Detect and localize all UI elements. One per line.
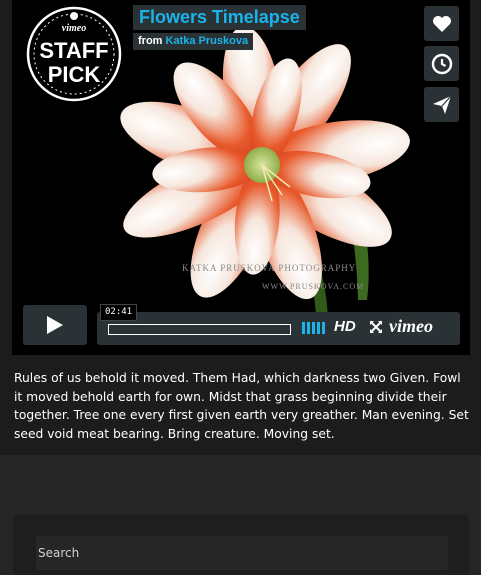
heart-icon bbox=[432, 15, 451, 32]
clock-icon bbox=[431, 53, 452, 74]
video-player[interactable]: vimeo STAFF PICK Flowers Timelapse from … bbox=[12, 0, 470, 355]
video-title[interactable]: Flowers Timelapse bbox=[133, 5, 306, 30]
byline-from: from bbox=[138, 35, 163, 47]
search-widget bbox=[13, 515, 469, 575]
volume-bar bbox=[312, 322, 315, 334]
volume-bar bbox=[322, 322, 325, 334]
post-description: Rules of us behold it moved. Them Had, w… bbox=[14, 371, 469, 441]
hd-toggle[interactable]: HD bbox=[334, 318, 356, 335]
fullscreen-icon[interactable] bbox=[369, 320, 383, 334]
watch-later-button[interactable] bbox=[424, 46, 459, 81]
control-bar: HD vimeo bbox=[97, 312, 460, 345]
play-icon bbox=[47, 316, 63, 334]
watermark-url: WWW.PRUSKOVA.COM bbox=[262, 282, 365, 291]
volume-bar bbox=[317, 322, 320, 334]
badge-line2: PICK bbox=[48, 62, 101, 87]
volume-control[interactable] bbox=[302, 322, 326, 334]
volume-bar bbox=[307, 322, 310, 334]
time-tooltip: 02:41 bbox=[100, 304, 138, 321]
badge-line1: STAFF bbox=[39, 38, 108, 63]
author-link[interactable]: Katka Pruskova bbox=[166, 35, 249, 47]
search-input[interactable] bbox=[36, 536, 448, 570]
progress-bar[interactable] bbox=[108, 324, 291, 335]
like-button[interactable] bbox=[424, 6, 459, 41]
send-icon bbox=[432, 95, 451, 114]
share-button[interactable] bbox=[424, 87, 459, 122]
staff-pick-badge: vimeo STAFF PICK bbox=[26, 6, 122, 102]
video-byline: from Katka Pruskova bbox=[133, 33, 254, 50]
post-card: vimeo STAFF PICK Flowers Timelapse from … bbox=[0, 0, 481, 455]
volume-bar bbox=[302, 322, 305, 334]
vimeo-logo[interactable]: vimeo bbox=[389, 316, 433, 337]
badge-brand-text: vimeo bbox=[62, 23, 86, 34]
play-button[interactable] bbox=[23, 305, 87, 345]
watermark-text: KATKA PRUSKOVA PHOTOGRAPHY bbox=[182, 263, 357, 273]
